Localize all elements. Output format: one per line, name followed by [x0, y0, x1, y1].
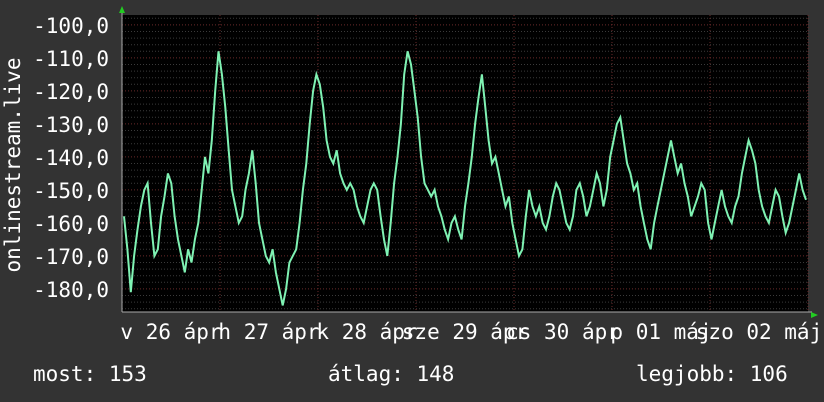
y-tick-label: -110,0: [33, 47, 109, 71]
x-tick-label: h 27 ápr: [218, 320, 319, 344]
y-tick-label: -120,0: [33, 80, 109, 104]
y-tick-label: -150,0: [33, 179, 109, 203]
y-axis-ticks: -100,0 -110,0 -120,0 -130,0 -140,0 -150,0 -160…: [33, 14, 109, 302]
y-tick-label: -180,0: [33, 278, 109, 302]
x-axis-ticks: v 26 áprh 27 áprk 28 áprsze 29 áprcs 30 …: [120, 320, 822, 344]
y-tick-label: -100,0: [33, 14, 109, 38]
y-tick-label: -160,0: [33, 212, 109, 236]
stat-best: legjobb: 106: [636, 362, 788, 386]
y-tick-label: -140,0: [33, 146, 109, 170]
y-axis-label: onlinestream.live: [1, 58, 25, 273]
stat-now: most: 153: [33, 362, 147, 386]
y-tick-label: -130,0: [33, 113, 109, 137]
y-axis-arrow-icon: [119, 6, 125, 13]
y-tick-label: -170,0: [33, 245, 109, 269]
x-tick-label: szo 02 máj: [696, 320, 822, 344]
x-axis-arrow-icon: [811, 312, 818, 318]
x-tick-label: cs 30 ápr: [506, 320, 620, 344]
line-chart: -100,0 -110,0 -120,0 -130,0 -140,0 -150,0 -160…: [1, 6, 822, 344]
stat-average: átlag: 148: [328, 362, 455, 386]
x-tick-label: v 26 ápr: [120, 320, 221, 344]
